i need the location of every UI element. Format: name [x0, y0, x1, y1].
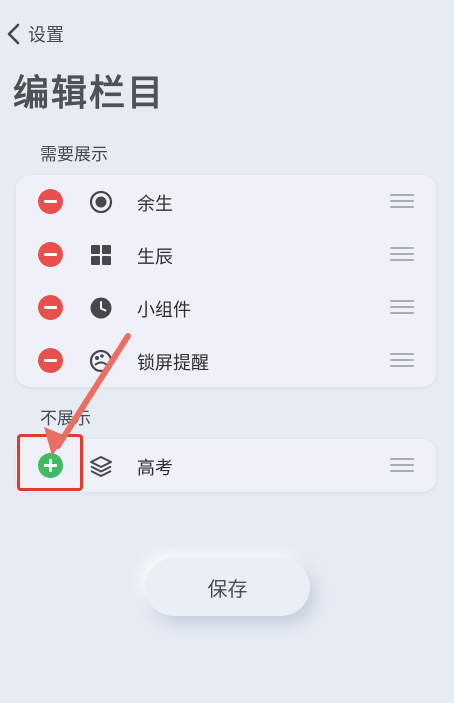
shown-list: 余生 生辰 小组件 锁屏提醒 — [16, 175, 436, 387]
remove-button[interactable] — [38, 348, 63, 373]
list-item: 小组件 — [16, 281, 436, 334]
drag-handle-icon[interactable] — [390, 194, 414, 208]
drag-handle-icon[interactable] — [390, 353, 414, 367]
list-item: 生辰 — [16, 228, 436, 281]
item-label: 生辰 — [137, 247, 173, 268]
back-label: 设置 — [28, 25, 64, 46]
save-button[interactable]: 保存 — [145, 558, 310, 616]
section-label-hidden: 不展示 — [40, 409, 91, 429]
layers-icon — [88, 453, 114, 479]
item-label: 高考 — [137, 458, 173, 479]
section-label-shown: 需要展示 — [40, 145, 108, 165]
chevron-left-icon — [7, 23, 20, 45]
remove-button[interactable] — [38, 189, 63, 214]
drag-handle-icon[interactable] — [390, 300, 414, 314]
drag-handle-icon[interactable] — [390, 458, 414, 472]
item-label: 余生 — [137, 194, 173, 215]
list-item: 余生 — [16, 175, 436, 228]
hidden-list: 高考 — [16, 439, 436, 492]
palette-icon — [88, 348, 114, 374]
remove-button[interactable] — [38, 295, 63, 320]
list-item: 高考 — [16, 439, 436, 492]
grid-icon — [88, 242, 114, 268]
item-label: 锁屏提醒 — [137, 353, 209, 374]
add-button[interactable] — [38, 453, 63, 478]
back-button[interactable]: 设置 — [4, 20, 64, 48]
page-title: 编辑栏目 — [13, 73, 166, 114]
list-item: 锁屏提醒 — [16, 334, 436, 387]
drag-handle-icon[interactable] — [390, 247, 414, 261]
clock-icon — [88, 295, 114, 321]
remove-button[interactable] — [38, 242, 63, 267]
item-label: 小组件 — [137, 300, 191, 321]
radio-circle-icon — [88, 189, 114, 215]
